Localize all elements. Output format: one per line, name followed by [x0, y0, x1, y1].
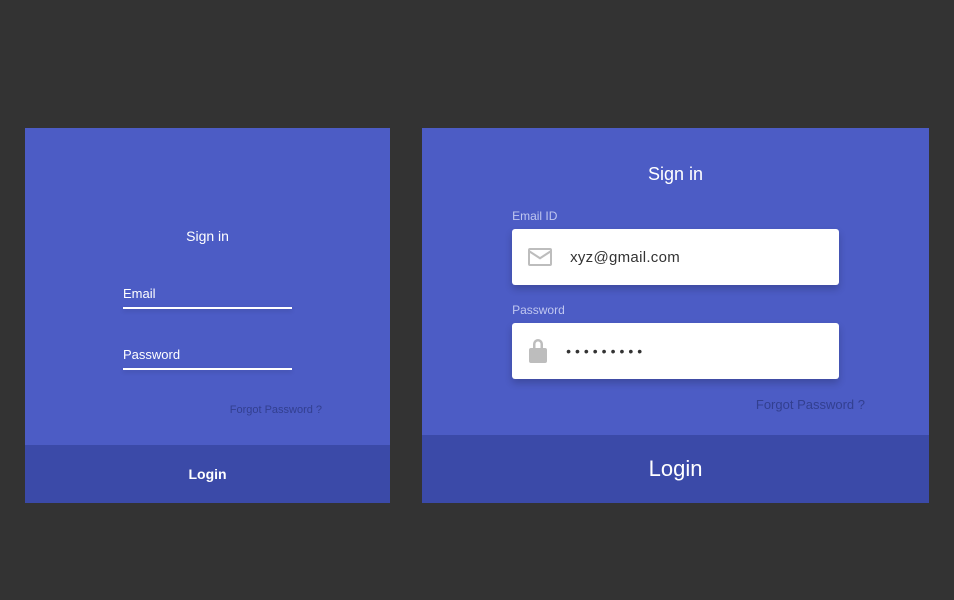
forgot-password-link[interactable]: Forgot Password ?: [512, 397, 865, 412]
email-value: xyz@gmail.com: [570, 249, 680, 266]
email-underline: [123, 307, 292, 309]
password-label: Password: [123, 347, 292, 368]
signin-title: Sign in: [512, 164, 839, 185]
password-value: •••••••••: [566, 343, 646, 359]
login-button[interactable]: Login: [25, 445, 390, 503]
signin-title: Sign in: [123, 228, 292, 244]
password-underline: [123, 368, 292, 370]
forgot-password-link[interactable]: Forgot Password ?: [123, 404, 322, 416]
password-field[interactable]: •••••••••: [512, 323, 839, 379]
email-label: Email: [123, 286, 292, 307]
email-field[interactable]: Email: [123, 286, 292, 309]
email-label: Email ID: [512, 209, 839, 223]
email-field[interactable]: xyz@gmail.com: [512, 229, 839, 285]
login-card-wide: Sign in Email ID xyz@gmail.com Password …: [422, 128, 929, 503]
login-button[interactable]: Login: [422, 435, 929, 503]
login-card-compact: Sign in Email Password Forgot Password ?…: [25, 128, 390, 503]
password-label: Password: [512, 303, 839, 317]
mail-icon: [528, 248, 552, 266]
password-field[interactable]: Password: [123, 347, 292, 370]
lock-icon: [528, 339, 548, 363]
